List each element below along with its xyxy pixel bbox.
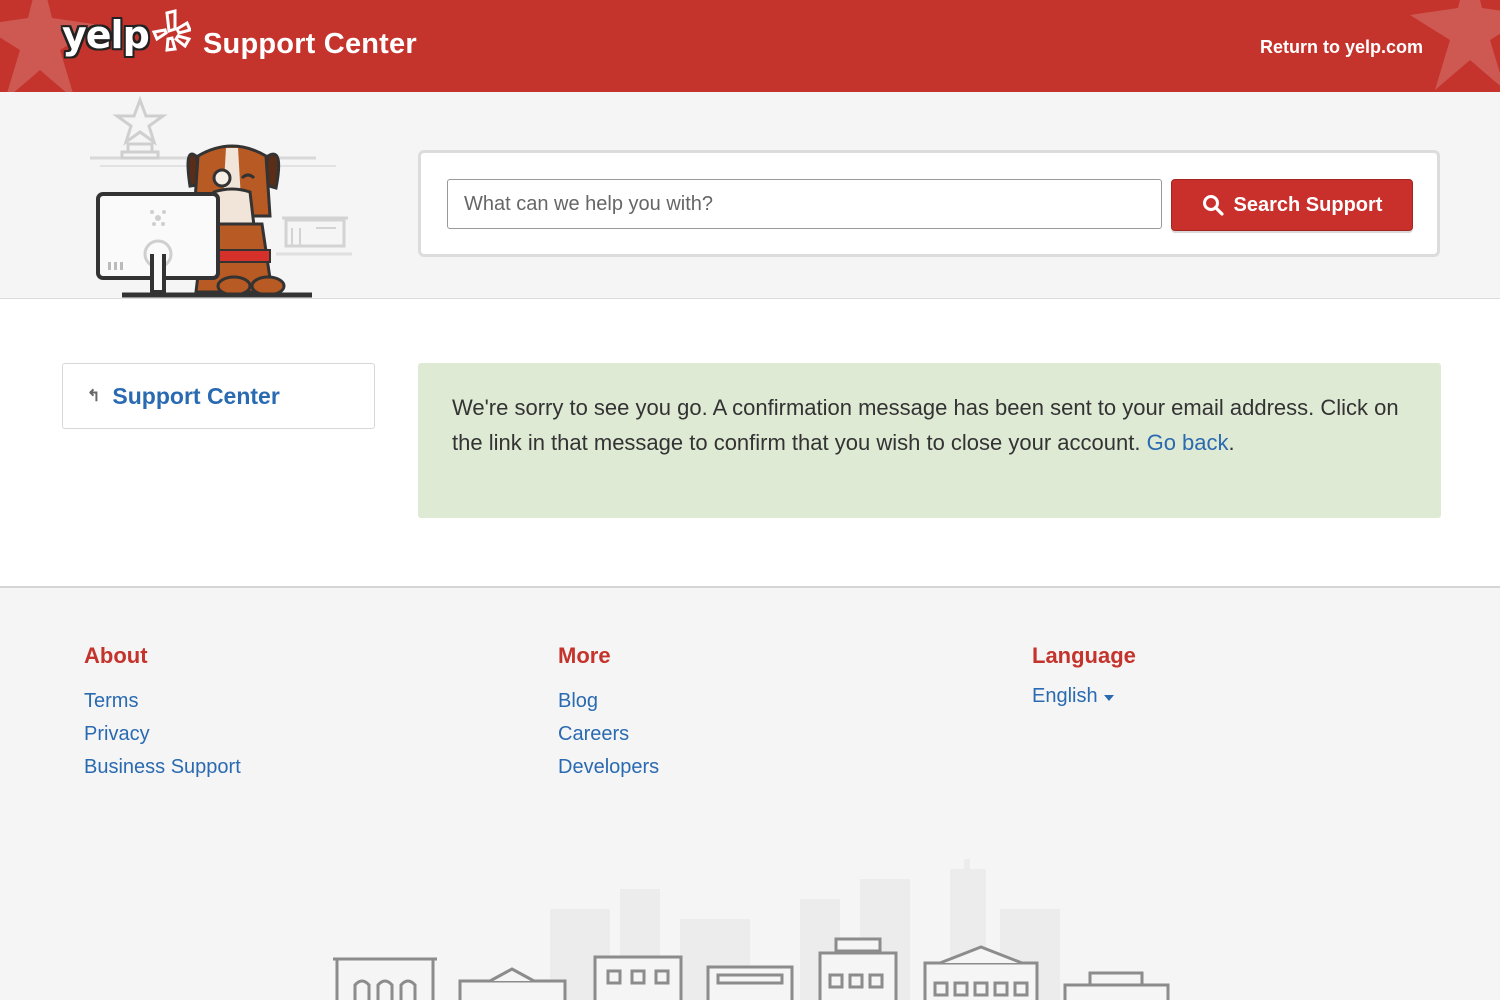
dog-mascot-illustration	[90, 96, 352, 298]
footer-more-column: More Blog Careers Developers	[558, 643, 659, 784]
city-skyline-illustration	[333, 859, 1170, 1000]
footer-link-terms[interactable]: Terms	[84, 685, 241, 718]
top-header-bar: yelp Support Center Return to yelp.com	[0, 0, 1500, 92]
footer-link-business-support[interactable]: Business Support	[84, 751, 241, 784]
return-arrow-icon: ↰	[87, 388, 101, 405]
language-selector[interactable]: English	[1032, 685, 1136, 708]
footer-link-privacy[interactable]: Privacy	[84, 718, 241, 751]
page-footer: About Terms Privacy Business Support Mor…	[0, 589, 1500, 1000]
language-selected: English	[1032, 685, 1098, 707]
search-icon	[1202, 195, 1224, 216]
account-closure-notice: We're sorry to see you go. A confirmatio…	[418, 363, 1441, 518]
footer-about-column: About Terms Privacy Business Support	[84, 643, 241, 784]
search-box: Search Support	[418, 150, 1440, 257]
footer-link-blog[interactable]: Blog	[558, 685, 659, 718]
main-content: ↰ Support Center We're sorry to see you …	[0, 299, 1500, 588]
yelp-burst-icon	[151, 9, 191, 52]
footer-language-column: Language English	[1032, 643, 1136, 708]
notice-text: We're sorry to see you go. A confirmatio…	[452, 395, 1399, 455]
footer-link-careers[interactable]: Careers	[558, 718, 659, 751]
search-support-button[interactable]: Search Support	[1171, 179, 1413, 231]
yelp-logo-text: yelp	[62, 13, 150, 57]
back-to-support-center-link[interactable]: ↰ Support Center	[62, 363, 375, 429]
starburst-decoration	[1410, 0, 1500, 90]
footer-language-heading: Language	[1032, 643, 1136, 668]
caret-down-icon	[1103, 694, 1114, 701]
return-to-yelp-link[interactable]: Return to yelp.com	[1260, 37, 1423, 58]
yelp-logo[interactable]: yelp	[62, 9, 191, 57]
search-hero: Search Support	[0, 92, 1500, 299]
footer-more-heading: More	[558, 643, 611, 668]
footer-about-heading: About	[84, 643, 148, 668]
search-input[interactable]	[447, 179, 1162, 229]
app-title: Support Center	[203, 28, 417, 60]
notice-trailing: .	[1228, 429, 1235, 455]
go-back-link[interactable]: Go back	[1147, 430, 1229, 455]
search-support-label: Search Support	[1233, 193, 1383, 216]
footer-link-developers[interactable]: Developers	[558, 751, 659, 784]
back-link-label: Support Center	[112, 382, 280, 409]
